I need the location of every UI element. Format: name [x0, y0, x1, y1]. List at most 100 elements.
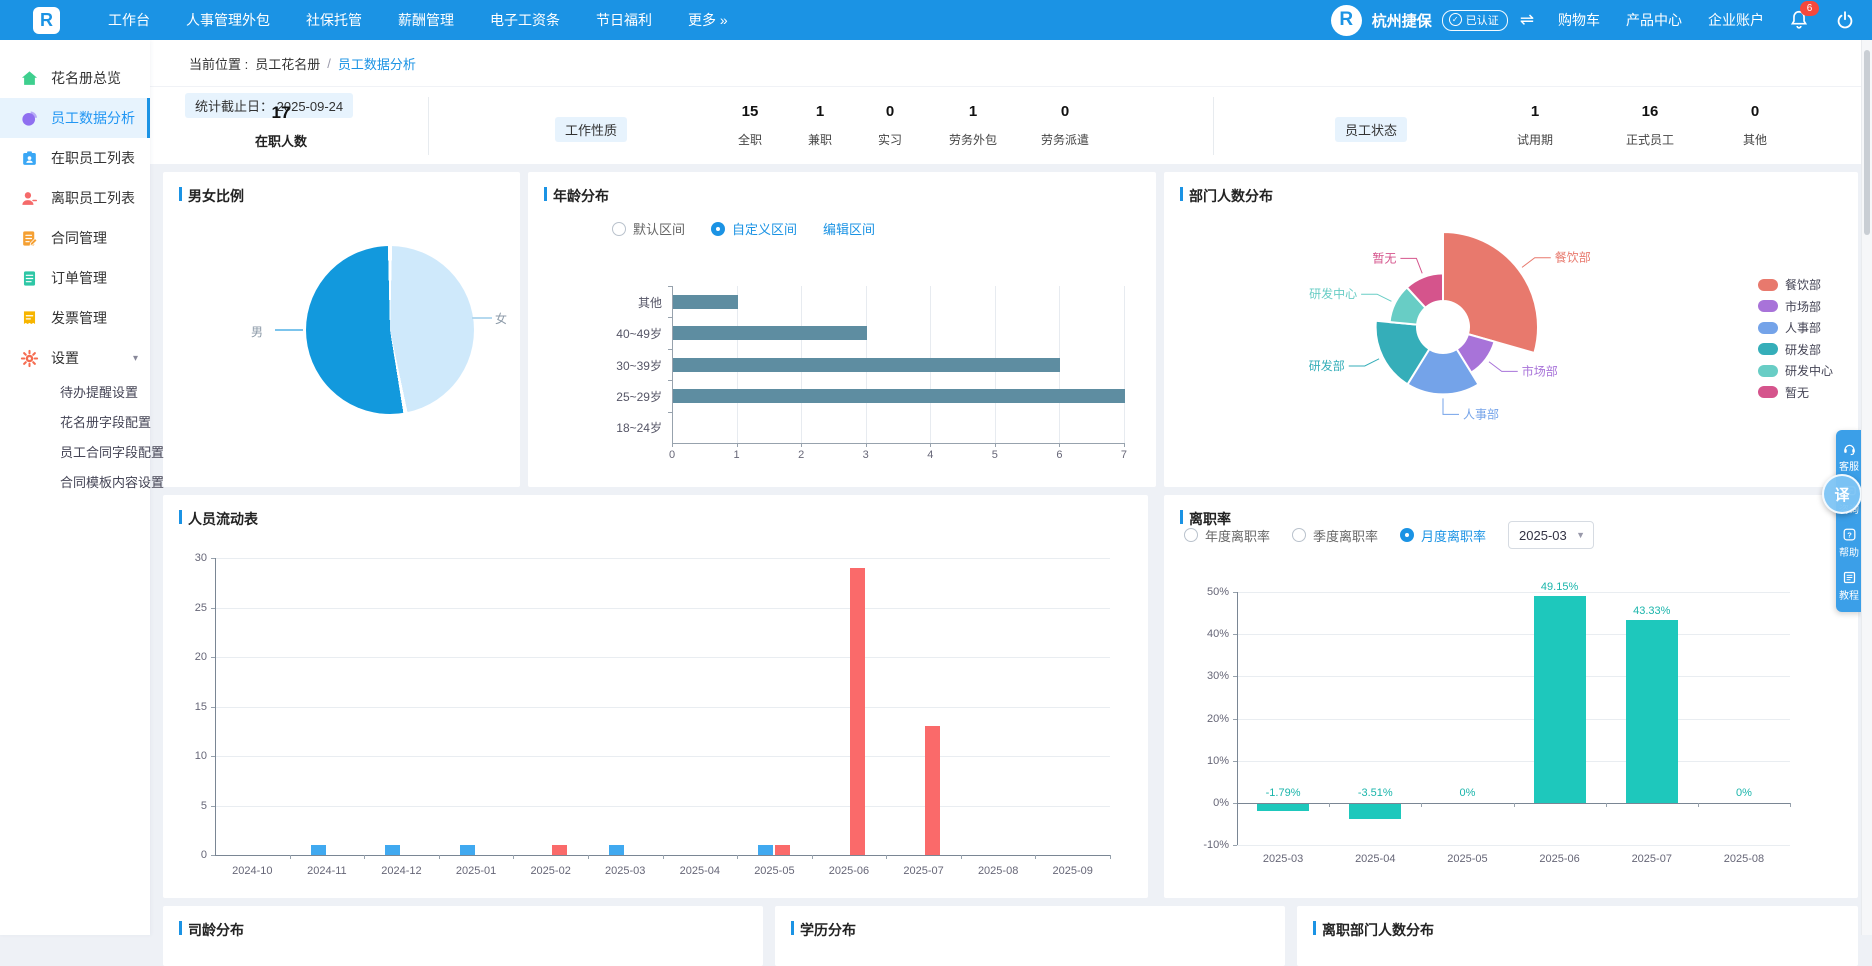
axis-tick [1790, 803, 1791, 807]
bar-value-label: -1.79% [1243, 787, 1323, 799]
scrollbar-thumb[interactable] [1864, 50, 1870, 235]
age-bar[interactable] [673, 358, 1060, 372]
legend-item-2[interactable]: 人事部 [1758, 319, 1821, 336]
nav-right-cluster: R 杭州捷保 ✓ 已认证 ⇌ 购物车产品中心企业账户 6 [1331, 0, 1856, 40]
radio-icon[interactable] [1400, 528, 1414, 542]
y-tick-label: 50% [1195, 586, 1229, 598]
x-tick-label: 2025-08 [1710, 853, 1778, 865]
nav-menu-item-5[interactable]: 节日福利 [596, 10, 652, 30]
flow-bar-blue[interactable] [385, 845, 400, 855]
sidebar-item-7[interactable]: 设置▾ [0, 338, 150, 378]
radio-default-range[interactable]: 默认区间 [612, 219, 685, 238]
age-bar[interactable] [673, 295, 738, 309]
company-logo-icon[interactable]: R [1331, 5, 1362, 36]
radio-annual-turnover[interactable]: 年度离职率 [1184, 526, 1270, 545]
turnover-bar[interactable] [1534, 596, 1586, 803]
y-tick-label: 25 [181, 602, 207, 614]
logout-power-icon[interactable] [1834, 9, 1856, 31]
y-tick-label: 10 [181, 750, 207, 762]
nav-menu-item-6[interactable]: 更多 » [688, 10, 728, 30]
flow-bar-red[interactable] [925, 726, 940, 855]
nav-menu: 工作台 人事管理外包 社保托管 薪酬管理 电子工资条 节日福利 更多 » [108, 10, 728, 30]
flow-bar-red[interactable] [850, 568, 865, 855]
toolbar-headset-button[interactable]: 客服 [1836, 435, 1862, 478]
department-rose-chart[interactable]: 餐饮部市场部人事部研发部研发中心暂无 [1164, 172, 1858, 487]
nav-menu-item-4[interactable]: 电子工资条 [490, 10, 560, 30]
bar-value-label: 49.15% [1520, 581, 1600, 593]
nav-link-2[interactable]: 企业账户 [1708, 10, 1764, 30]
nav-menu-item-0[interactable]: 工作台 [108, 10, 150, 30]
y-tick-label: 20% [1195, 713, 1229, 725]
toolbar-question-button[interactable]: ?帮助 [1836, 521, 1862, 564]
nav-menu-item-2[interactable]: 社保托管 [306, 10, 362, 30]
sidebar-item-0[interactable]: 花名册总览 [0, 58, 150, 98]
turnover-bar[interactable] [1626, 620, 1678, 803]
leader-line [1361, 294, 1391, 301]
radio-icon[interactable] [711, 222, 725, 236]
sidebar-subitem-1[interactable]: 花名册字段配置 [0, 408, 150, 438]
translate-button[interactable]: 译 [1822, 474, 1862, 514]
axis-tick [886, 855, 887, 859]
breadcrumb-root[interactable]: 员工花名册 [255, 54, 320, 73]
radio-quarterly-turnover[interactable]: 季度离职率 [1292, 526, 1378, 545]
legend-item-0[interactable]: 餐饮部 [1758, 276, 1821, 293]
axis-tick [1329, 803, 1330, 807]
slice-label: 市场部 [1522, 363, 1558, 378]
axis-tick [1035, 855, 1036, 859]
stat-label: 劳务派遣 [1020, 131, 1110, 148]
radio-monthly-turnover[interactable]: 月度离职率 [1400, 526, 1486, 545]
flow-bar-red[interactable] [775, 845, 790, 855]
sidebar-item-4[interactable]: 合同管理 [0, 218, 150, 258]
scrollbar-track[interactable] [1861, 40, 1872, 935]
nav-menu-item-1[interactable]: 人事管理外包 [186, 10, 270, 30]
legend-item-3[interactable]: 研发部 [1758, 341, 1821, 358]
edit-range-link[interactable]: 编辑区间 [823, 219, 875, 238]
legend-item-5[interactable]: 暂无 [1758, 384, 1809, 401]
doc-icon [20, 269, 39, 288]
sidebar-item-3[interactable]: 离职员工列表 [0, 178, 150, 218]
radio-icon[interactable] [1184, 528, 1198, 542]
notification-bell-icon[interactable]: 6 [1788, 9, 1810, 31]
radio-icon[interactable] [612, 222, 626, 236]
verified-badge[interactable]: ✓ 已认证 [1442, 10, 1508, 31]
breadcrumb-current[interactable]: 员工数据分析 [338, 54, 416, 73]
x-tick-label: 2024-11 [297, 865, 357, 877]
pie-label-female: 女 [495, 310, 507, 327]
sidebar-item-5[interactable]: 订单管理 [0, 258, 150, 298]
sidebar-subitem-0[interactable]: 待办提醒设置 [0, 378, 150, 408]
turnover-bar[interactable] [1257, 804, 1309, 812]
nav-menu-item-3[interactable]: 薪酬管理 [398, 10, 454, 30]
nav-link-0[interactable]: 购物车 [1558, 10, 1600, 30]
switch-account-icon[interactable]: ⇌ [1520, 10, 1534, 30]
flow-bar-blue[interactable] [311, 845, 326, 855]
brand-logo-icon[interactable]: R [33, 7, 60, 34]
category-label: 25~29岁 [592, 388, 662, 405]
pie-slice-area[interactable] [306, 246, 474, 414]
turnover-bar[interactable] [1349, 804, 1401, 819]
sidebar-subitem-2[interactable]: 员工合同字段配置 [0, 438, 150, 468]
legend-swatch [1758, 300, 1778, 312]
gridline [1237, 719, 1790, 720]
sidebar-item-2[interactable]: 在职员工列表 [0, 138, 150, 178]
stat-value: 1 [1490, 103, 1580, 120]
card-icon [20, 149, 39, 168]
stat-value: 0 [1020, 103, 1110, 120]
flow-bar-blue[interactable] [609, 845, 624, 855]
category-label: 30~39岁 [592, 357, 662, 374]
age-bar[interactable] [673, 326, 867, 340]
sidebar-item-6[interactable]: 发票管理 [0, 298, 150, 338]
radio-icon[interactable] [1292, 528, 1306, 542]
flow-bar-blue[interactable] [758, 845, 773, 855]
flow-bar-red[interactable] [552, 845, 567, 855]
age-bar[interactable] [673, 389, 1125, 403]
legend-item-4[interactable]: 研发中心 [1758, 362, 1833, 379]
toolbar-book-button[interactable]: 教程 [1836, 564, 1862, 607]
legend-item-1[interactable]: 市场部 [1758, 298, 1821, 315]
sidebar-item-1[interactable]: 员工数据分析 [0, 98, 150, 138]
sidebar-subitem-3[interactable]: 合同模板内容设置 [0, 468, 150, 498]
radio-custom-range[interactable]: 自定义区间 [711, 219, 797, 238]
personnel-flow-panel: 人员流动表 0510152025302024-102024-112024-122… [163, 495, 1148, 898]
month-select[interactable]: 2025-03 ▼ [1508, 521, 1594, 549]
flow-bar-blue[interactable] [460, 845, 475, 855]
nav-link-1[interactable]: 产品中心 [1626, 10, 1682, 30]
